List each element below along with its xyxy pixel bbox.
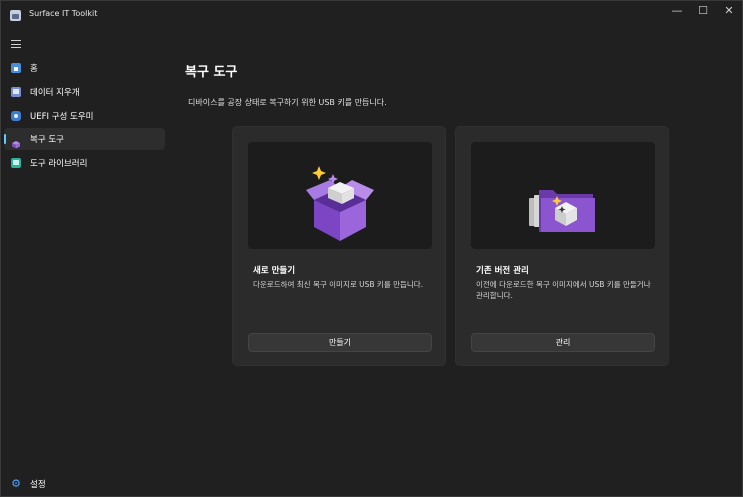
data-eraser-icon [11,87,21,97]
purple-box-icon [306,166,374,241]
sidebar-item-home[interactable]: 홈 [4,57,165,79]
recovery-icon [11,134,21,149]
gear-icon: ⚙ [11,477,21,490]
sidebar-item-uefi[interactable]: UEFI 구성 도우미 [4,105,165,127]
create-new-card: 새로 만들기 다운로드하여 최신 복구 이미지로 USB 키를 만듭니다. 만들… [232,126,446,366]
card-illustration [471,142,655,249]
hamburger-menu-icon[interactable] [11,40,21,48]
create-button[interactable]: 만들기 [248,333,432,352]
selection-indicator [4,134,6,144]
card-illustration [248,142,432,249]
page-description: 디바이스를 공장 상태로 복구하기 위한 USB 키를 만듭니다. [188,98,387,107]
sidebar-item-data-eraser[interactable]: 데이터 지우개 [4,81,165,103]
app-window: Surface IT Toolkit — ☐ ✕ 홈 데이터 지우개 UEFI … [0,0,743,497]
folder-box-icon [529,190,595,232]
card-title: 새로 만들기 [253,266,296,276]
manage-existing-card: 기존 버전 관리 이전에 다운로드한 복구 이미지에서 USB 키를 만들거나 … [455,126,669,366]
maximize-button[interactable]: ☐ [689,1,717,23]
sidebar-item-settings[interactable]: ⚙ 설정 [4,473,165,495]
library-icon [11,158,21,168]
app-title: Surface IT Toolkit [29,9,98,18]
title-bar: Surface IT Toolkit — ☐ ✕ [1,1,742,31]
home-icon [11,63,21,73]
manage-button[interactable]: 관리 [471,333,655,352]
sidebar-item-label: 홈 [30,64,38,74]
card-description: 이전에 다운로드한 복구 이미지에서 USB 키를 만들거나 관리합니다. [476,280,651,300]
close-button[interactable]: ✕ [715,1,743,23]
minimize-button[interactable]: — [663,1,691,23]
sidebar-item-library[interactable]: 도구 라이브러리 [4,152,165,174]
card-description: 다운로드하여 최신 복구 이미지로 USB 키를 만듭니다. [253,280,424,289]
app-logo-icon [10,10,21,21]
sidebar-item-recovery[interactable]: 복구 도구 [4,128,165,150]
uefi-icon [11,111,21,121]
sidebar-item-label: 데이터 지우개 [30,88,80,98]
sidebar-item-label: 도구 라이브러리 [30,159,88,169]
sidebar-item-label: 복구 도구 [30,135,64,145]
page-title: 복구 도구 [185,65,238,80]
sidebar-item-label: UEFI 구성 도우미 [30,112,94,122]
sidebar-item-label: 설정 [30,480,46,490]
card-title: 기존 버전 관리 [476,266,529,276]
